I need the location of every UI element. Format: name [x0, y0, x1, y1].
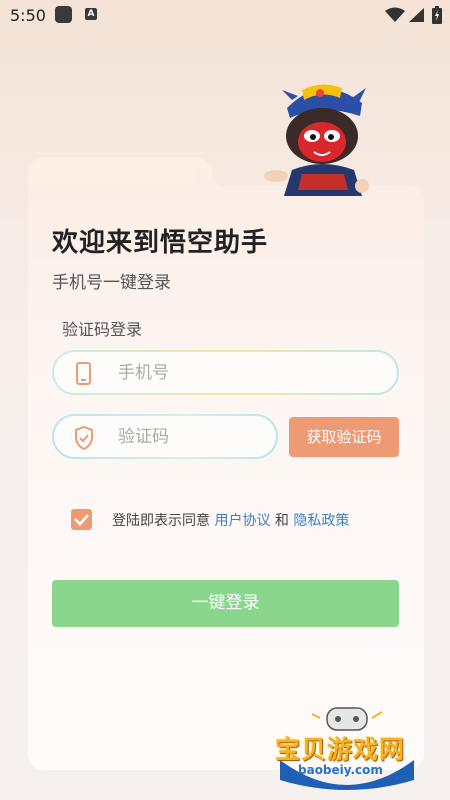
watermark-text: 宝贝游戏网 [275, 735, 406, 764]
status-time: 5:50 [10, 6, 46, 25]
battery-icon [432, 6, 442, 24]
privacy-policy-link[interactable]: 隐私政策 [293, 513, 349, 529]
watermark-url: baobeiy.com [298, 763, 383, 777]
agree-checkbox[interactable] [71, 509, 92, 530]
a-icon: A [85, 8, 97, 20]
page-subtitle: 手机号一键登录 [52, 273, 171, 293]
app-icon [55, 6, 72, 23]
signal-icon [409, 8, 424, 22]
checkmark-icon [74, 514, 89, 526]
code-field-inner [54, 416, 276, 457]
login-button[interactable]: 一键登录 [52, 580, 399, 627]
user-agreement-link[interactable]: 用户协议 [214, 513, 270, 529]
phone-icon [76, 362, 91, 385]
agreement-text: 登陆即表示同意 用户协议 和 隐私政策 [112, 510, 349, 530]
phone-input[interactable] [118, 360, 324, 386]
agree-prefix: 登陆即表示同意 [112, 513, 210, 529]
code-field [52, 414, 278, 459]
and-text: 和 [274, 513, 289, 529]
wifi-icon [385, 7, 405, 22]
mascot-illustration [264, 84, 369, 196]
page-title: 欢迎来到悟空助手 [52, 228, 269, 258]
shield-check-icon [75, 426, 93, 450]
phone-field-inner [54, 352, 397, 393]
status-bar: 5:50 A [0, 0, 450, 32]
phone-field [52, 350, 399, 395]
get-code-button[interactable]: 获取验证码 [289, 417, 399, 457]
section-label: 验证码登录 [62, 320, 143, 339]
code-input[interactable] [118, 424, 252, 450]
